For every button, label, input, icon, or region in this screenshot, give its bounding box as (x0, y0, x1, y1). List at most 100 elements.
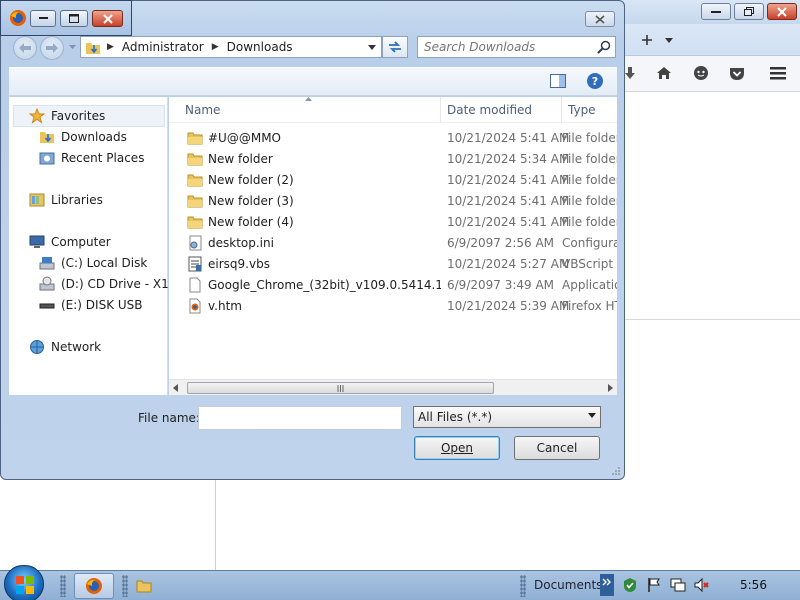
file-name-cell: New folder (2) (169, 173, 441, 187)
column-type[interactable]: Type (562, 97, 617, 123)
content-divider (625, 319, 800, 320)
toolbar-grip[interactable] (520, 575, 526, 597)
file-row[interactable]: #U@@MMO 10/21/2024 5:41 AM File folder (169, 127, 617, 148)
nav-computer-label: Computer (51, 235, 111, 249)
local-disk-icon (39, 257, 55, 270)
taskbar-firefox[interactable] (74, 573, 114, 599)
chevron-down-icon (588, 413, 596, 418)
taskbar-grip[interactable] (122, 575, 128, 597)
file-date: 10/21/2024 5:41 AM (447, 214, 570, 229)
taskbar-grip[interactable] (60, 575, 66, 597)
filename-field[interactable] (198, 406, 402, 430)
nav-computer[interactable]: Computer (29, 234, 111, 250)
file-open-dialog: ▶ Administrator ▶ Downloads ? Favorites (0, 0, 625, 480)
scroll-right-icon[interactable] (608, 384, 613, 392)
preview-pane-icon[interactable] (550, 74, 566, 88)
search-icon[interactable] (597, 40, 611, 54)
nav-cd-drive[interactable]: (D:) CD Drive - X16-8 (39, 276, 188, 292)
file-name: v.htm (208, 298, 242, 313)
close-button[interactable] (767, 3, 797, 20)
file-date: 10/21/2024 5:41 AM (447, 130, 570, 145)
cancel-button[interactable]: Cancel (514, 436, 600, 460)
forward-button[interactable] (40, 36, 64, 60)
script-file-icon (187, 256, 203, 272)
resize-grip-icon[interactable] (610, 465, 620, 475)
windows-logo-icon (16, 576, 34, 594)
show-more-icon[interactable] (600, 574, 614, 596)
file-name: Google_Chrome_(32bit)_v109.0.5414.120...… (208, 277, 441, 292)
recent-chevron-icon[interactable] (69, 45, 76, 49)
open-button[interactable]: Open (414, 436, 500, 460)
firefox-icon (86, 578, 102, 594)
firefox-icon (9, 9, 27, 27)
tab-list-chevron-icon[interactable] (658, 29, 680, 51)
nav-favorites[interactable]: Favorites (29, 108, 105, 124)
action-center-flag-icon[interactable] (646, 577, 662, 593)
file-row[interactable]: Google_Chrome_(32bit)_v109.0.5414.120...… (169, 274, 617, 295)
nav-libraries[interactable]: Libraries (29, 192, 103, 208)
file-name-cell: New folder (3) (169, 194, 441, 208)
back-button[interactable] (13, 36, 37, 60)
file-name: New folder (208, 151, 273, 166)
help-icon[interactable]: ? (586, 72, 604, 90)
horizontal-scrollbar[interactable] (169, 379, 617, 395)
filename-input[interactable] (199, 407, 401, 429)
folder-icon (187, 194, 203, 208)
nav-disk-usb-label: (E:) DISK USB (61, 298, 143, 312)
firefox-titlebar (620, 0, 800, 24)
nav-disk-usb[interactable]: (E:) DISK USB (39, 297, 143, 313)
start-button[interactable] (4, 565, 44, 600)
network-icon (30, 340, 44, 354)
file-type: File folder (562, 193, 617, 208)
file-name-cell: #U@@MMO (169, 131, 441, 145)
minimize-button[interactable] (701, 3, 731, 20)
file-row[interactable]: New folder (2) 10/21/2024 5:41 AM File fol… (169, 169, 617, 190)
pocket-icon[interactable] (726, 62, 748, 84)
file-type: Configuration settings (562, 235, 617, 250)
column-date-modified[interactable]: Date modified (441, 97, 562, 123)
breadcrumb-downloads[interactable]: Downloads (227, 40, 293, 54)
menu-icon[interactable] (767, 62, 789, 84)
scrollbar-thumb[interactable] (187, 382, 494, 394)
refresh-button[interactable] (382, 36, 408, 58)
home-icon[interactable] (653, 62, 675, 84)
nav-network[interactable]: Network (29, 339, 101, 355)
firefox-mini-window[interactable] (0, 0, 132, 36)
explorer-icon[interactable] (136, 578, 152, 593)
nav-recent-places[interactable]: Recent Places (39, 150, 144, 166)
dialog-close-button[interactable] (585, 11, 615, 27)
settings-file-icon (187, 235, 203, 251)
search-box[interactable] (417, 36, 616, 58)
file-row[interactable]: New folder (4) 10/21/2024 5:41 AM File fol… (169, 211, 617, 232)
new-tab-icon[interactable] (636, 29, 658, 51)
restore-button[interactable] (734, 3, 764, 20)
libraries-icon (29, 193, 45, 207)
file-type: File folder (562, 151, 617, 166)
breadcrumb-administrator[interactable]: Administrator (122, 40, 204, 54)
nav-local-disk-label: (C:) Local Disk (61, 256, 148, 270)
mini-minimize-button[interactable] (30, 10, 56, 27)
mini-close-button[interactable] (92, 10, 123, 27)
clock[interactable]: 5:56 (740, 578, 767, 592)
address-bar[interactable]: ▶ Administrator ▶ Downloads (80, 36, 382, 58)
address-dropdown-icon[interactable] (368, 45, 376, 50)
file-row[interactable]: New folder 10/21/2024 5:34 AM File folder (169, 148, 617, 169)
scroll-left-icon[interactable] (173, 384, 178, 392)
file-type: Firefox HTML Document (562, 298, 617, 313)
chat-icon[interactable] (690, 62, 712, 84)
file-row[interactable]: New folder (3) 10/21/2024 5:41 AM File fol… (169, 190, 617, 211)
file-date: 10/21/2024 5:39 AM (447, 298, 570, 313)
nav-downloads[interactable]: Downloads (39, 129, 127, 145)
security-shield-icon[interactable] (622, 577, 638, 593)
file-row[interactable]: desktop.ini 6/9/2097 2:56 AM Configuration… (169, 232, 617, 253)
file-type-filter[interactable]: All Files (*.*) (413, 406, 601, 428)
volume-muted-icon[interactable] (694, 577, 710, 593)
network-status-icon[interactable] (670, 577, 686, 593)
file-date: 10/21/2024 5:34 AM (447, 151, 570, 166)
search-input[interactable] (418, 37, 588, 57)
documents-toolbar-label[interactable]: Documents (534, 578, 602, 592)
file-row[interactable]: eirsq9.vbs 10/21/2024 5:27 AMVBScript Scr… (169, 253, 617, 274)
nav-local-disk[interactable]: (C:) Local Disk (39, 255, 147, 271)
mini-maximize-button[interactable] (60, 10, 88, 27)
file-row[interactable]: v.htm 10/21/2024 5:39 AMFirefox HTML Docu… (169, 295, 617, 316)
